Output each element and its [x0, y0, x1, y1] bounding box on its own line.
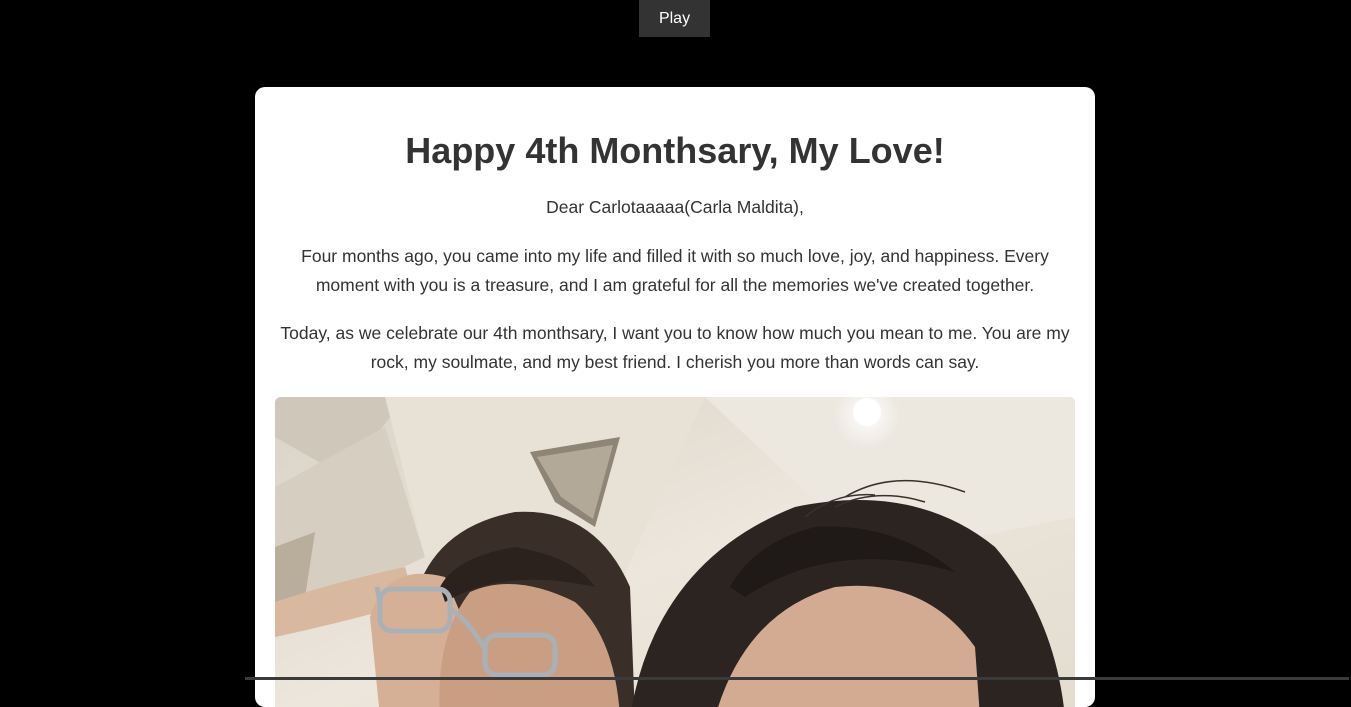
play-button[interactable]: Play: [639, 0, 710, 37]
page-title: Happy 4th Monthsary, My Love!: [405, 130, 945, 171]
letter-paragraph-2: Today, as we celebrate our 4th monthsary…: [280, 323, 1070, 372]
salutation: Dear Carlotaaaaa(Carla Maldita),: [546, 197, 804, 217]
letter-paragraph-1: Four months ago, you came into my life a…: [301, 246, 1049, 295]
letter-card: Happy 4th Monthsary, My Love! Dear Carlo…: [255, 87, 1095, 707]
couple-photo: [275, 397, 1075, 707]
